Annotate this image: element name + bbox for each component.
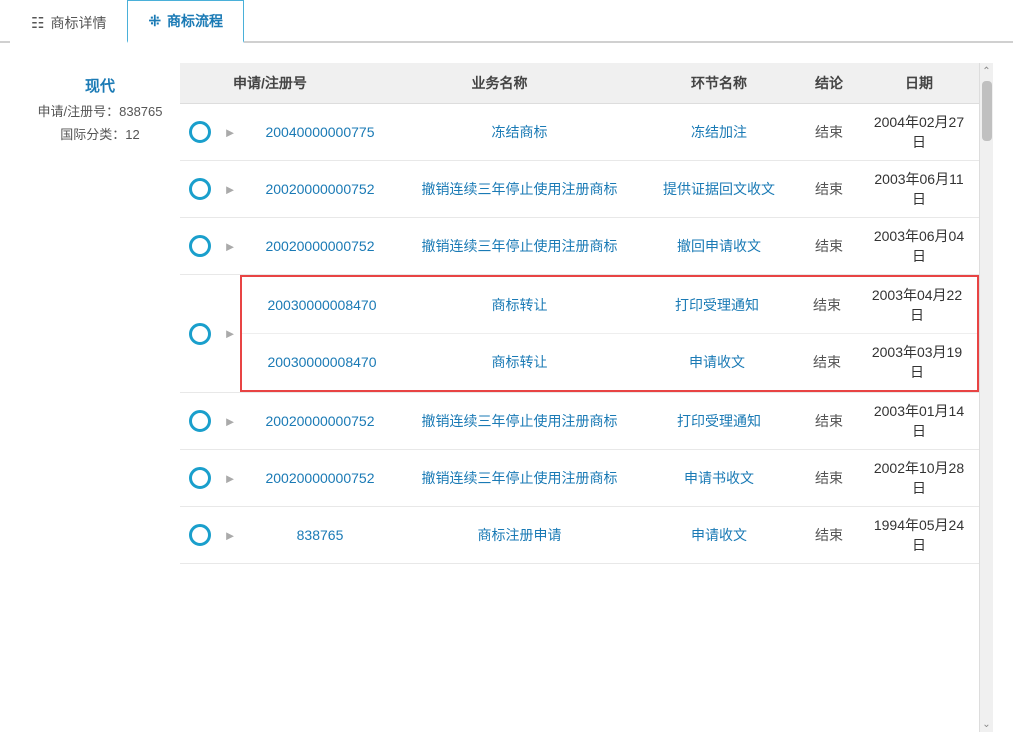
timeline-circle: [180, 410, 220, 432]
scroll-down-button[interactable]: ⌄: [980, 716, 994, 732]
col-date: 日期: [859, 73, 979, 93]
scrollbar[interactable]: ⌃ ⌄: [979, 63, 993, 732]
cell-step: 申请收文: [639, 525, 799, 545]
timeline-circle: [180, 235, 220, 257]
timeline-circle: [180, 323, 220, 345]
table-body: ►20040000000775冻结商标冻结加注结束2004年02月27日►200…: [180, 104, 979, 732]
tab-trademark-flow[interactable]: ⁜ 商标流程: [127, 0, 244, 43]
cell-app-no: 20020000000752: [240, 470, 400, 486]
cell-business: 撤销连续三年停止使用注册商标: [400, 411, 639, 431]
app-no-label: 申请/注册号：838765: [38, 100, 163, 123]
normal-table-row[interactable]: 20020000000752撤销连续三年停止使用注册商标撤回申请收文结束2003…: [240, 218, 979, 274]
table-row[interactable]: ►20020000000752撤销连续三年停止使用注册商标申请书收文结束2002…: [180, 450, 979, 507]
timeline-circle: [180, 178, 220, 200]
scroll-track: [980, 79, 993, 716]
cell-step: 提供证据回文收文: [639, 179, 799, 199]
scroll-up-button[interactable]: ⌃: [980, 63, 994, 79]
normal-table-row[interactable]: 20020000000752撤销连续三年停止使用注册商标提供证据回文收文结束20…: [240, 161, 979, 217]
cell-app-no: 20020000000752: [240, 413, 400, 429]
cell-step: 申请书收文: [639, 468, 799, 488]
cell-business: 撤销连续三年停止使用注册商标: [400, 179, 639, 199]
cell-conclusion: 结束: [799, 179, 859, 199]
arrow-indicator: ►: [220, 182, 240, 197]
left-panel: 现代 申请/注册号：838765 国际分类：12: [20, 63, 180, 732]
detail-icon: ☷: [31, 14, 44, 32]
cell-step: 打印受理通知: [639, 411, 799, 431]
int-class-label: 国际分类：12: [60, 123, 139, 146]
arrow-indicator: ►: [220, 239, 240, 254]
cell-date: 2003年03月19日: [857, 342, 977, 382]
tab-detail-label: 商标详情: [50, 13, 106, 33]
scroll-thumb[interactable]: [982, 81, 992, 141]
cell-business: 商标转让: [402, 352, 637, 372]
normal-table-row[interactable]: 20020000000752撤销连续三年停止使用注册商标申请书收文结束2002年…: [240, 450, 979, 506]
tab-flow-label: 商标流程: [167, 11, 223, 31]
cell-conclusion: 结束: [799, 122, 859, 142]
cell-app-no: 20020000000752: [240, 181, 400, 197]
arrow-indicator: ►: [220, 326, 240, 341]
normal-table-row[interactable]: 20020000000752撤销连续三年停止使用注册商标打印受理通知结束2003…: [240, 393, 979, 449]
content-area: 现代 申请/注册号：838765 国际分类：12 申请/注册号 业务名称 环节名…: [0, 43, 1013, 752]
table-row[interactable]: ►20020000000752撤销连续三年停止使用注册商标撤回申请收文结束200…: [180, 218, 979, 275]
cell-business: 冻结商标: [400, 122, 639, 142]
normal-table-row[interactable]: 838765商标注册申请申请收文结束1994年05月24日: [240, 507, 979, 563]
cell-conclusion: 结束: [799, 525, 859, 545]
table-row[interactable]: ►20020000000752撤销连续三年停止使用注册商标打印受理通知结束200…: [180, 393, 979, 450]
brand-name: 现代: [85, 73, 115, 100]
cell-app-no: 20030000008470: [242, 297, 402, 313]
cell-step: 打印受理通知: [637, 295, 797, 315]
timeline-circle: [180, 121, 220, 143]
cell-conclusion: 结束: [799, 411, 859, 431]
timeline-circle: [180, 524, 220, 546]
cell-date: 2003年06月11日: [859, 169, 979, 209]
arrow-indicator: ►: [220, 414, 240, 429]
cell-step: 撤回申请收文: [639, 236, 799, 256]
cell-business: 撤销连续三年停止使用注册商标: [400, 468, 639, 488]
table-row[interactable]: ►20040000000775冻结商标冻结加注结束2004年02月27日: [180, 104, 979, 161]
flow-icon: ⁜: [148, 12, 161, 30]
tab-bar: ☷ 商标详情 ⁜ 商标流程: [0, 0, 1013, 43]
cell-app-no: 20040000000775: [240, 124, 400, 140]
arrow-indicator: ►: [220, 528, 240, 543]
table-row[interactable]: ►20020000000752撤销连续三年停止使用注册商标提供证据回文收文结束2…: [180, 161, 979, 218]
cell-date: 2003年01月14日: [859, 401, 979, 441]
cell-date: 1994年05月24日: [859, 515, 979, 555]
col-conclusion: 结论: [799, 73, 859, 93]
table-area: 申请/注册号 业务名称 环节名称 结论 日期 ►20040000000775冻结…: [180, 63, 979, 732]
col-step: 环节名称: [639, 73, 799, 93]
main-container: ☷ 商标详情 ⁜ 商标流程 现代 申请/注册号：838765 国际分类：12 申…: [0, 0, 1013, 752]
cell-step: 申请收文: [637, 352, 797, 372]
cell-date: 2003年04月22日: [857, 285, 977, 325]
cell-date: 2004年02月27日: [859, 112, 979, 152]
cell-app-no: 20030000008470: [242, 354, 402, 370]
highlighted-table-row[interactable]: 20030000008470商标转让申请收文结束2003年03月19日: [242, 334, 977, 390]
cell-conclusion: 结束: [799, 236, 859, 256]
cell-conclusion: 结束: [799, 468, 859, 488]
tab-trademark-detail[interactable]: ☷ 商标详情: [10, 2, 127, 43]
cell-conclusion: 结束: [797, 352, 857, 372]
arrow-indicator: ►: [220, 125, 240, 140]
col-app-no: 申请/注册号: [180, 73, 360, 93]
cell-business: 商标注册申请: [400, 525, 639, 545]
cell-step: 冻结加注: [639, 122, 799, 142]
cell-business: 撤销连续三年停止使用注册商标: [400, 236, 639, 256]
cell-app-no: 20020000000752: [240, 238, 400, 254]
col-business: 业务名称: [360, 73, 639, 93]
timeline-circle: [180, 467, 220, 489]
cell-date: 2002年10月28日: [859, 458, 979, 498]
cell-business: 商标转让: [402, 295, 637, 315]
arrow-indicator: ►: [220, 471, 240, 486]
table-row[interactable]: ►838765商标注册申请申请收文结束1994年05月24日: [180, 507, 979, 564]
table-header: 申请/注册号 业务名称 环节名称 结论 日期: [180, 63, 979, 104]
table-row[interactable]: ►20030000008470商标转让打印受理通知结束2003年04月22日20…: [180, 275, 979, 393]
normal-table-row[interactable]: 20040000000775冻结商标冻结加注结束2004年02月27日: [240, 104, 979, 160]
cell-date: 2003年06月04日: [859, 226, 979, 266]
cell-conclusion: 结束: [797, 295, 857, 315]
highlighted-table-row[interactable]: 20030000008470商标转让打印受理通知结束2003年04月22日: [242, 277, 977, 334]
cell-app-no: 838765: [240, 527, 400, 543]
